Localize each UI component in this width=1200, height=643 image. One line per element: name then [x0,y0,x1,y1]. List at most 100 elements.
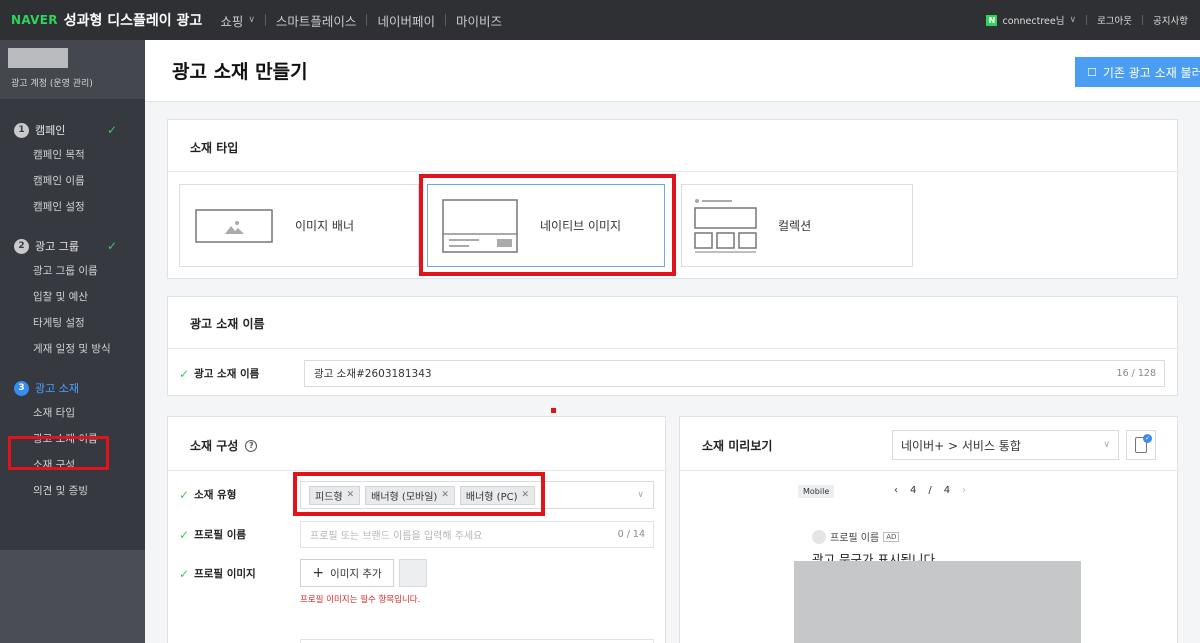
ad-image-placeholder [794,561,1081,643]
creative-compose-card: 소재 구성 ? ✓ 소재 유형 피드형 ✕ 배너형 (모바일) ✕ 배너형 (PC)… [167,416,667,643]
field-label-text: 광고 소재 이름 [194,368,260,380]
chevron-left-icon[interactable]: ‹ [894,485,898,496]
gnb-mybiz[interactable]: 마이비즈 [456,11,502,30]
sidebar-item-creative-type[interactable]: 소재 타입 [0,400,145,426]
next-field-input[interactable] [300,639,654,643]
user-name[interactable]: connectree님 [1002,13,1064,27]
collection-icon [694,198,757,253]
naver-n-icon: N [986,14,998,26]
profile-avatar [812,529,826,544]
format-tags-highlight [293,472,545,516]
chevron-down-icon[interactable]: ∨ [1069,15,1076,25]
creative-name-value: 광고 소재#2603181343 [314,368,432,380]
add-image-label: 이미지 추가 [330,567,382,580]
divider [1142,15,1144,25]
section-title-text: 소재 구성 [190,439,239,453]
chevron-down-icon[interactable]: ∨ [637,490,644,500]
step-label: 광고 소재 [35,382,79,395]
type-option-label: 이미지 배너 [295,219,355,233]
preview-pager: ‹ 4 / 4 › [888,485,972,496]
sidebar-item-schedule[interactable]: 게재 일정 및 방식 [0,336,145,362]
load-button-label: 기존 광고 소재 불러오기 [1102,65,1200,80]
selected-type-highlight [419,174,676,276]
help-icon[interactable]: ? [245,439,258,452]
device-chip[interactable]: Mobile [798,485,835,498]
sidebar-item-adgroup-name[interactable]: 광고 그룹 이름 [0,258,145,284]
check-icon: ✓ [179,566,190,581]
check-icon: ✓ [179,487,190,502]
type-option-image-banner[interactable]: 이미지 배너 [179,184,419,267]
check-icon: ✓ [179,366,190,381]
char-counter: 16 / 128 [1116,368,1156,379]
gnb-shopping[interactable]: 쇼핑 ∨ [220,11,255,30]
chevron-down-icon: ∨ [248,15,255,25]
char-counter: 0 / 14 [617,529,645,540]
service-title[interactable]: 성과형 디스플레이 광고 [64,10,203,30]
gnb-shopping-label: 쇼핑 [220,13,244,29]
image-banner-icon [195,208,273,243]
load-existing-creative-button[interactable]: ☐ 기존 광고 소재 불러오기 [1075,57,1200,87]
check-badge-icon: ✓ [1143,434,1152,443]
profile-image-error: 프로필 이미지는 필수 항목입니다. [300,595,421,605]
page-title: 광고 소재 만들기 [172,61,308,83]
plus-icon: + [312,565,325,581]
main-content: 광고 소재 만들기 ☐ 기존 광고 소재 불러오기 소재 타입 이미지 배너 [145,40,1200,643]
sidebar-footer [0,550,145,643]
type-option-collection[interactable]: 컬렉션 [681,184,913,267]
step-campaign-header[interactable]: 1 캠페인 ✓ [0,118,145,142]
device-toggle-button[interactable]: ✓ [1126,430,1156,460]
step-number: 1 [14,122,29,138]
divider [1086,15,1088,25]
profile-image-thumbnail[interactable] [399,559,427,587]
gnb-smartplace[interactable]: 스마트플레이스 [276,11,357,30]
placement-value: 네이버+ > 서비스 통합 [901,438,1021,453]
sidebar-item-targeting[interactable]: 타게팅 설정 [0,310,145,336]
page-separator: / [928,485,932,496]
section-title: 소재 미리보기 [702,439,773,453]
creative-name-input[interactable]: 광고 소재#2603181343 16 / 128 [304,360,1165,387]
naver-logo[interactable]: NAVER [11,13,58,27]
step-campaign: 1 캠페인 ✓ 캠페인 목적 캠페인 이름 캠페인 설정 [0,118,145,220]
check-icon: ✓ [106,123,117,137]
sidebar-item-opinion-evidence[interactable]: 의견 및 증빙 [0,478,145,504]
profile-image-label: ✓ 프로필 이미지 [179,566,256,581]
step-creative-header[interactable]: 3 광고 소재 [0,376,145,400]
check-icon: ✓ [179,527,190,542]
page-total: 4 [943,485,951,496]
section-title: 소재 구성 ? [190,437,258,454]
notice-link[interactable]: 공지사항 [1153,13,1188,27]
step-label: 광고 그룹 [35,240,79,253]
divider [168,171,1179,172]
global-nav: 쇼핑 ∨ 스마트플레이스 네이버페이 마이비즈 [220,11,502,30]
marker-dot [551,408,556,413]
section-title: 소재 타입 [190,141,239,155]
step-label: 캠페인 [35,124,66,137]
creative-preview-card: 소재 미리보기 네이버+ > 서비스 통합 ∨ ✓ Mobile ‹ 4 / 4… [679,416,1179,643]
creative-name-label: ✓ 광고 소재 이름 [179,366,259,381]
gnb-naverpay[interactable]: 네이버페이 [377,11,435,30]
user-menu: N connectree님 ∨ 로그아웃 공지사항 [986,13,1188,27]
sidebar-item-campaign-settings[interactable]: 캠페인 설정 [0,194,145,220]
divider [168,470,667,471]
chevron-down-icon: ∨ [1103,440,1110,450]
page-header: 광고 소재 만들기 [145,40,1200,102]
divider [680,470,1179,471]
logout-link[interactable]: 로그아웃 [1097,13,1132,27]
check-icon: ✓ [106,239,117,253]
creative-type-card: 소재 타입 이미지 배너 네이티브 이미지 컬렉션 [167,119,1179,279]
profile-name-label: ✓ 프로필 이름 [179,527,246,542]
edit-icon: ☐ [1087,65,1097,79]
account-name-placeholder [8,48,68,68]
sidebar-item-bid-budget[interactable]: 입찰 및 예산 [0,284,145,310]
ad-profile-name: 프로필 이름 [830,533,880,544]
chevron-right-icon[interactable]: › [962,485,966,496]
profile-name-input[interactable]: 프로필 또는 브랜드 이름을 입력해 주세요 0 / 14 [300,521,654,548]
add-image-button[interactable]: + 이미지 추가 [300,559,394,587]
placement-select[interactable]: 네이버+ > 서비스 통합 ∨ [892,430,1119,460]
sidebar-item-campaign-goal[interactable]: 캠페인 목적 [0,142,145,168]
sidebar-item-campaign-name[interactable]: 캠페인 이름 [0,168,145,194]
field-label-text: 프로필 이미지 [194,568,256,580]
active-step-highlight [8,436,109,470]
account-panel: 광고 계정 (운영 관리) [0,40,145,100]
step-adgroup-header[interactable]: 2 광고 그룹 ✓ [0,234,145,258]
